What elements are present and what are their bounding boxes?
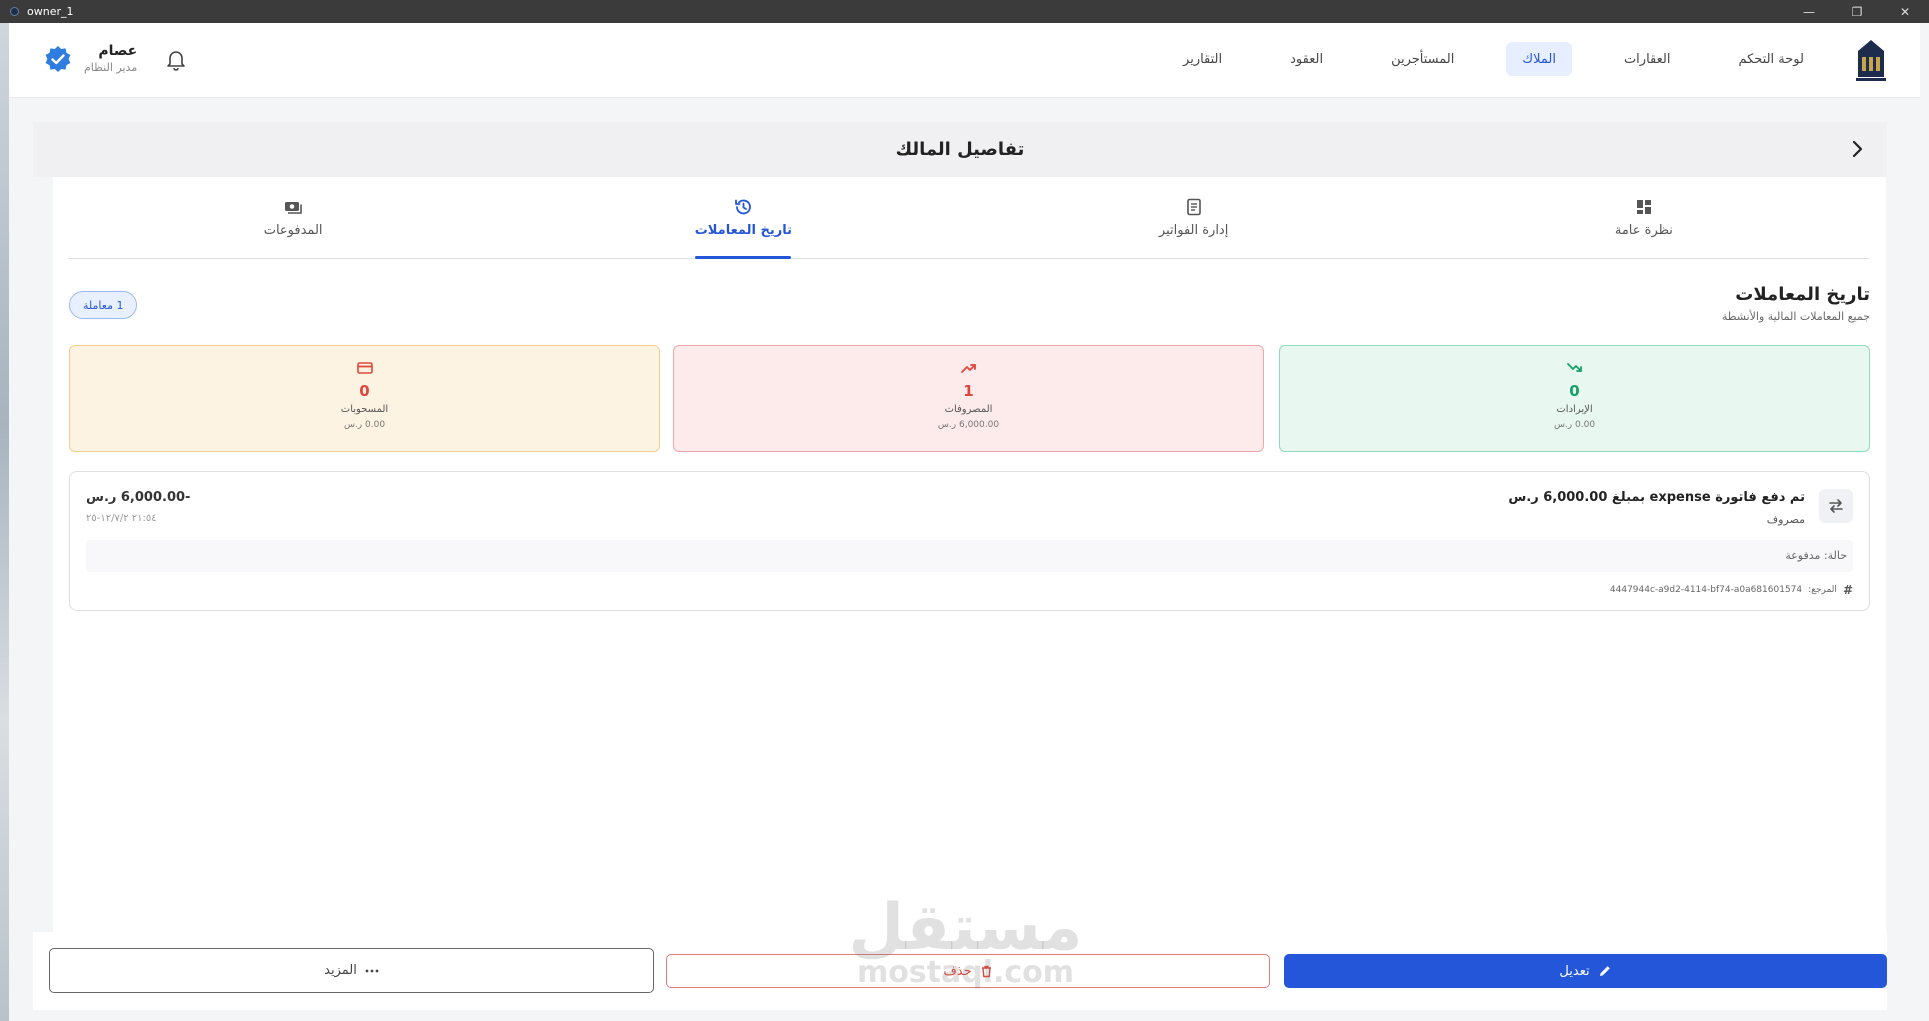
transaction-reference: # المرجع: 4447944c-a9d2-4114-bf74-a0a681… <box>1610 583 1853 597</box>
expense-stat-card: 1 المصروفات 6,000.00 ر.س <box>673 345 1264 452</box>
nav-dashboard[interactable]: لوحة التحكم <box>1722 42 1820 76</box>
window-controls: — ❐ ✕ <box>1785 0 1929 23</box>
page-title: تفاصيل المالك <box>895 139 1025 160</box>
trash-icon <box>981 965 991 978</box>
page-title-bar: تفاصيل المالك <box>33 122 1887 177</box>
transaction-status-row: حالة: مدفوعة <box>86 540 1853 572</box>
income-amount: 0.00 ر.س <box>1553 420 1596 430</box>
income-count: 0 <box>1569 382 1580 400</box>
chevron-right-icon[interactable] <box>1845 137 1869 161</box>
transaction-status: حالة: مدفوعة <box>1785 549 1847 562</box>
credit-card-icon <box>356 362 373 374</box>
section-title: تاريخ المعاملات <box>1735 284 1870 305</box>
expense-label: المصروفات <box>944 404 993 415</box>
tab-transactions-history[interactable]: تاريخ المعاملات <box>518 177 968 259</box>
user-name: عصام <box>98 43 138 59</box>
delete-button[interactable]: حذف <box>666 954 1270 988</box>
withdrawals-amount: 0.00 ر.س <box>343 420 386 430</box>
user-role: مدير النظام <box>84 61 138 74</box>
more-button[interactable]: المزيد <box>49 948 654 993</box>
reference-label: المرجع: <box>1808 585 1837 595</box>
tab-label: تاريخ المعاملات <box>694 223 793 238</box>
app-logo-icon[interactable] <box>1854 37 1888 83</box>
actions-footer: تعديل حذف المزيد <box>33 932 1887 1010</box>
dashboard-icon <box>1636 200 1651 214</box>
pencil-icon <box>1599 966 1610 976</box>
income-label: الإيرادات <box>1556 404 1593 415</box>
edit-button-label: تعديل <box>1559 963 1590 979</box>
nav-contracts[interactable]: العقود <box>1274 42 1339 76</box>
transaction-type-icon-box <box>1819 489 1853 523</box>
edit-button[interactable]: تعديل <box>1284 954 1887 988</box>
tab-label: إدارة الفواتير <box>1158 223 1229 238</box>
more-dots-icon <box>365 969 379 972</box>
window-title: owner_1 <box>27 5 74 18</box>
verified-badge-icon <box>45 45 71 72</box>
user-text: عصام مدير النظام <box>84 43 137 74</box>
withdrawals-stat-card: 0 المسحوبات 0.00 ر.س <box>69 345 660 452</box>
trending-up-icon <box>960 364 976 373</box>
invoice-icon <box>1186 198 1201 216</box>
payments-icon <box>285 202 302 214</box>
withdrawals-label: المسحوبات <box>340 404 389 415</box>
window-titlebar: owner_1 — ❐ ✕ <box>0 0 1929 23</box>
close-button[interactable]: ✕ <box>1881 0 1929 23</box>
withdrawals-count: 0 <box>359 382 370 400</box>
main-nav: لوحة التحكم العقارات الملاك المستأجرين ا… <box>1143 42 1820 76</box>
tab-invoices[interactable]: إدارة الفواتير <box>969 177 1419 258</box>
swap-arrows-icon <box>1829 499 1843 513</box>
expense-amount: 6,000.00 ر.س <box>937 420 1000 430</box>
transactions-count-badge: 1 معاملة <box>69 291 138 319</box>
nav-properties[interactable]: العقارات <box>1608 42 1687 76</box>
tab-label: نظرة عامة <box>1614 223 1673 238</box>
tab-payments[interactable]: المدفوعات <box>68 177 518 258</box>
transaction-type: مصروف <box>1766 513 1805 526</box>
nav-reports[interactable]: التقارير <box>1167 42 1238 76</box>
app-icon <box>10 7 19 16</box>
delete-button-label: حذف <box>943 963 972 979</box>
reference-value: 4447944c-a9d2-4114-bf74-a0a681601574 <box>1609 585 1803 595</box>
transaction-date: ٢١:٥٤ ١٢/٧/٢-٢٥ <box>86 513 157 524</box>
minimize-button[interactable]: — <box>1785 0 1833 23</box>
transaction-card[interactable]: تم دفع فاتورة expense بمبلغ 6,000.00 ر.س… <box>69 471 1870 611</box>
hash-icon: # <box>1842 583 1853 597</box>
restore-button[interactable]: ❐ <box>1833 0 1881 23</box>
desktop-background-strip <box>0 23 9 1021</box>
nav-tenants[interactable]: المستأجرين <box>1375 42 1470 76</box>
owner-details-card: نظرة عامة إدارة الفواتير تاريخ المعاملات <box>53 177 1886 932</box>
transaction-amount: -6,000.00 ر.س <box>86 490 191 505</box>
history-icon <box>735 199 752 215</box>
nav-owners[interactable]: الملاك <box>1506 42 1572 76</box>
tabs-bar: نظرة عامة إدارة الفواتير تاريخ المعاملات <box>68 177 1869 259</box>
expense-count: 1 <box>963 382 974 400</box>
user-profile[interactable]: عصام مدير النظام <box>44 43 137 74</box>
more-button-label: المزيد <box>324 963 357 978</box>
notifications-bell-icon[interactable] <box>164 47 188 71</box>
section-subtitle: جميع المعاملات المالية والأنشطة <box>1721 310 1870 323</box>
top-header: لوحة التحكم العقارات الملاك المستأجرين ا… <box>9 23 1920 98</box>
trending-down-icon <box>1566 363 1582 372</box>
income-stat-card: 0 الإيرادات 0.00 ر.س <box>1279 345 1870 452</box>
transaction-title: تم دفع فاتورة expense بمبلغ 6,000.00 ر.س <box>1508 490 1805 505</box>
tab-label: المدفوعات <box>263 223 323 238</box>
tab-overview[interactable]: نظرة عامة <box>1419 177 1869 258</box>
